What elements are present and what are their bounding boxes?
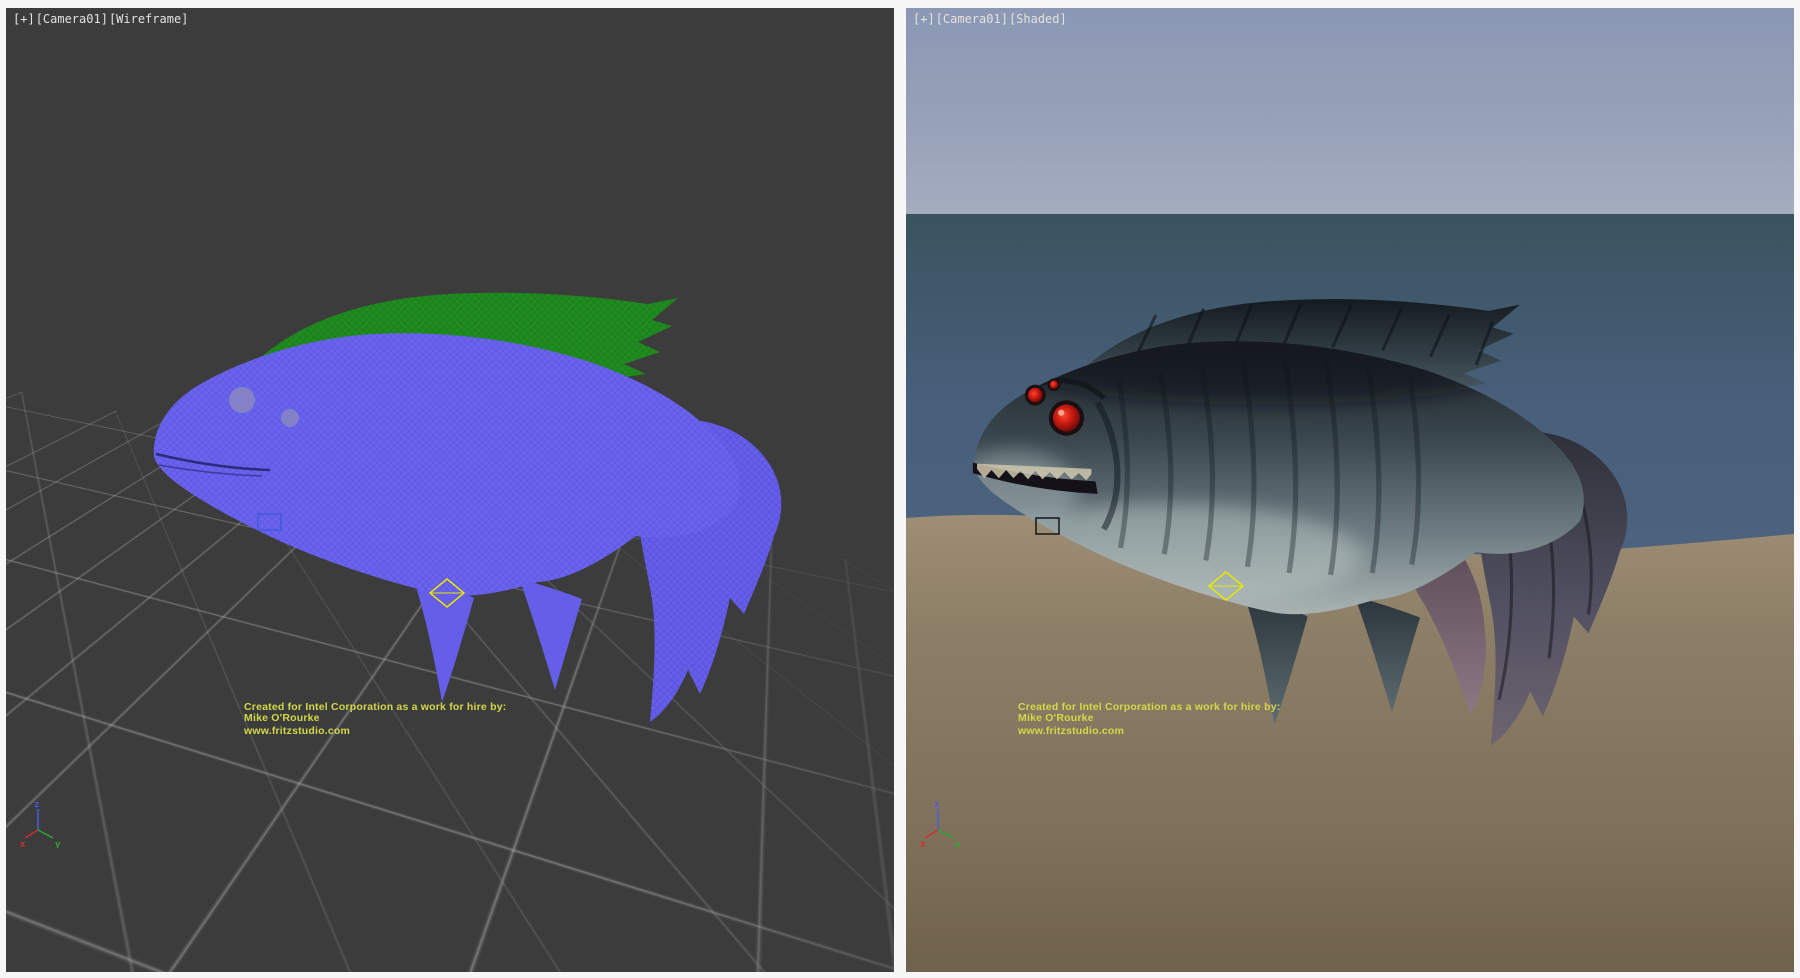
viewport-label: [+][Camera01][Wireframe] — [13, 12, 189, 26]
annotation-line-2: Mike O'Rourke — [244, 713, 506, 724]
axis-y-label: y — [55, 840, 61, 848]
axis-z-label: z — [34, 800, 39, 810]
max-dual-viewport-window: [+][Camera01][Wireframe] Created for Int… — [0, 0, 1800, 978]
viewport-general-menu[interactable]: [+] — [913, 12, 935, 26]
axis-x-label: x — [920, 840, 926, 848]
fish-eye-wire-small — [281, 409, 299, 427]
world-axis-tripod: z x y — [920, 800, 964, 848]
viewport-shading-menu[interactable]: [Shaded] — [1009, 12, 1067, 26]
viewport-general-menu[interactable]: [+] — [13, 12, 35, 26]
viewport-pov-menu[interactable]: [Camera01] — [936, 12, 1008, 26]
scene-annotation-text[interactable]: Created for Intel Corporation as a work … — [1018, 702, 1280, 737]
viewport-pov-menu[interactable]: [Camera01] — [36, 12, 108, 26]
scene-shaded — [906, 8, 1794, 972]
fish-eye-wire — [229, 387, 255, 413]
fish-model-wireframe[interactable] — [154, 293, 781, 722]
axis-x-label: x — [20, 840, 26, 848]
fish-eye-large — [1049, 400, 1084, 435]
annotation-line-3: www.fritzstudio.com — [244, 726, 506, 737]
annotation-line-3: www.fritzstudio.com — [1018, 726, 1280, 737]
viewport-label: [+][Camera01][Shaded] — [913, 12, 1068, 26]
world-axis-tripod: z x y — [20, 800, 64, 848]
scene-annotation-text[interactable]: Created for Intel Corporation as a work … — [244, 702, 506, 737]
fish-eye-medium — [1025, 385, 1046, 406]
viewport-shaded[interactable]: [+][Camera01][Shaded] Created for Intel … — [906, 8, 1794, 972]
viewport-wireframe[interactable]: [+][Camera01][Wireframe] Created for Int… — [6, 8, 894, 972]
axis-y-label: y — [955, 840, 961, 848]
viewport-shading-menu[interactable]: [Wireframe] — [109, 12, 188, 26]
annotation-line-2: Mike O'Rourke — [1018, 713, 1280, 724]
axis-z-label: z — [934, 800, 939, 810]
scene-wireframe — [6, 8, 894, 972]
fish-eye-small — [1048, 378, 1060, 390]
